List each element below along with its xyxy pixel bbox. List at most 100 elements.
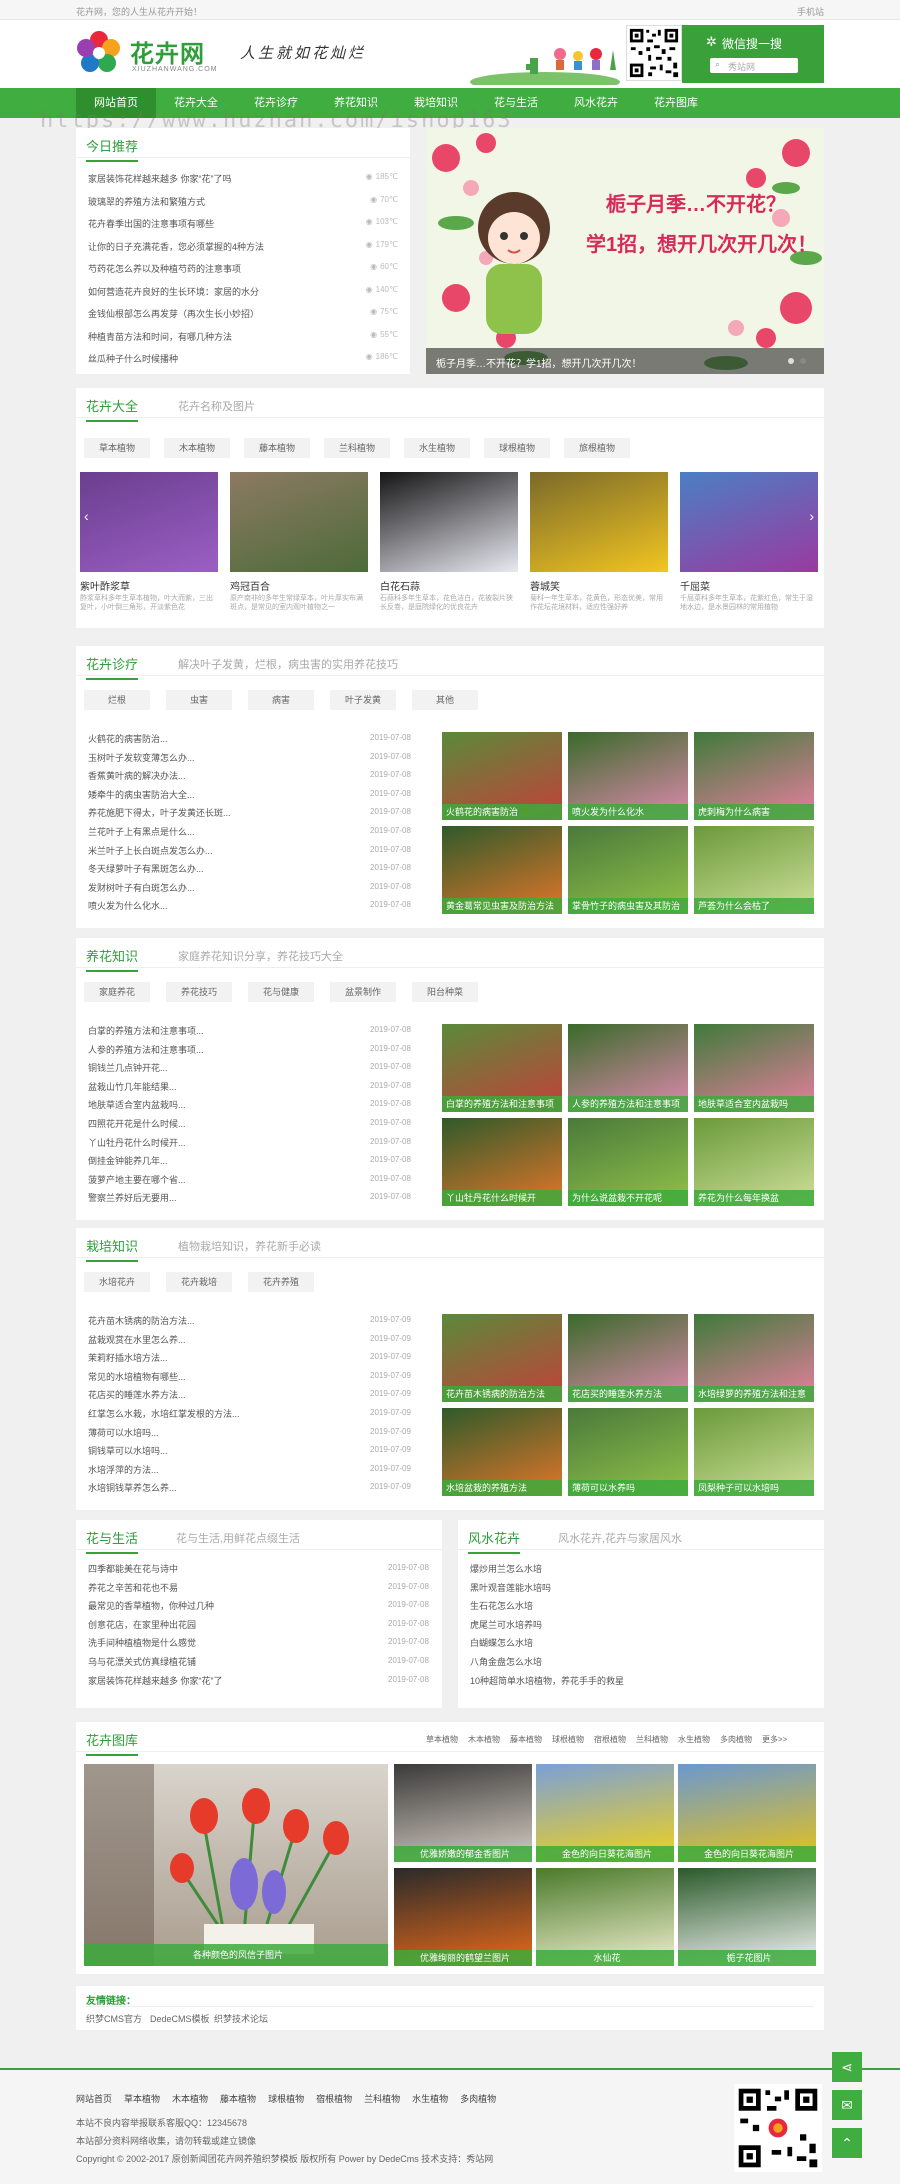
list-item[interactable]: 金钱仙根部怎么再发芽（再次生长小妙招） ◉ 75℃ <box>88 307 398 320</box>
encyclopedia-item[interactable]: 千屈菜 千屈菜科多年生草本，花紫红色，常生于湿地水边，是水景园林的常用植物 <box>680 472 818 622</box>
gallery-thumbnail[interactable]: 水仙花 <box>536 1868 674 1966</box>
gallery-thumbnail[interactable]: 优雅绚丽的鹤望兰图片 <box>394 1868 532 1966</box>
list-item-title[interactable]: 虎尾兰可水培养吗 <box>470 1618 542 1631</box>
thumbnail[interactable]: 喷火发为什么化水 <box>568 732 688 820</box>
list-item-title[interactable]: 洗手间种植植物是什么感觉 <box>88 1636 196 1649</box>
category-tag[interactable]: 盆景制作 <box>330 982 396 1002</box>
thumbnail[interactable]: 白掌的养殖方法和注意事项 <box>442 1024 562 1112</box>
list-item-title[interactable]: 如何营造花卉良好的生长环境：家居的水分 <box>88 287 259 297</box>
list-item[interactable]: 芍药花怎么养以及种植芍药的注意事项 ◉ 60℃ <box>88 262 398 275</box>
list-item-title[interactable]: 水培铜钱草养怎么养... <box>88 1481 177 1494</box>
gallery-thumbnail[interactable]: 优雅娇嫩的郁金香图片 <box>394 1764 532 1862</box>
gallery-category[interactable]: 木本植物 <box>468 1734 500 1745</box>
list-item-title[interactable]: 花卉苗木锈病的防治方法... <box>88 1314 195 1327</box>
list-item-title[interactable]: 火鹤花的病害防治... <box>88 732 168 745</box>
category-tag[interactable]: 木本植物 <box>164 438 230 458</box>
list-item-title[interactable]: 冬天绿萝叶子有黑斑怎么办... <box>88 862 204 875</box>
chat-icon[interactable]: ✉ <box>832 2090 862 2120</box>
list-item-title[interactable]: 丝瓜种子什么时候播种 <box>88 354 178 364</box>
list-item[interactable]: 种植青苗方法和时间，有哪几种方法 ◉ 55℃ <box>88 330 398 343</box>
thumbnail[interactable]: 花卉苗木锈病的防治方法 <box>442 1314 562 1402</box>
category-tag[interactable]: 虫害 <box>166 690 232 710</box>
list-item-title[interactable]: 喷火发为什么化水... <box>88 899 168 912</box>
list-item-title[interactable]: 兰花叶子上有黑点是什么... <box>88 825 195 838</box>
nav-item[interactable]: 花卉大全 <box>156 88 236 118</box>
list-item-title[interactable]: 芍药花怎么养以及种植芍药的注意事项 <box>88 264 241 274</box>
footer-link[interactable]: 宿根植物 <box>316 2094 352 2104</box>
thumbnail[interactable]: 火鹤花的病害防治 <box>442 732 562 820</box>
list-item-title[interactable]: 人参的养殖方法和注意事项... <box>88 1043 204 1056</box>
nav-item[interactable]: 栽培知识 <box>396 88 476 118</box>
gallery-category[interactable]: 水生植物 <box>678 1734 710 1745</box>
list-item-title[interactable]: 茉莉籽插水培方法... <box>88 1351 168 1364</box>
banner-caption[interactable]: 栀子月季…不开花？学1招，想开几次开几次！ <box>436 355 642 370</box>
site-logo[interactable]: 花卉网 XIUZHANWANG.COM <box>76 30 246 80</box>
thumbnail[interactable]: 凤梨种子可以水培吗 <box>694 1408 814 1496</box>
list-item-title[interactable]: 乌与花漂关式仿真绿植花铺 <box>88 1655 196 1668</box>
category-tag[interactable]: 兰科植物 <box>324 438 390 458</box>
slider-dot[interactable] <box>788 358 794 364</box>
category-tag[interactable]: 烂根 <box>84 690 150 710</box>
gallery-featured-image[interactable]: 各种颜色的风信子图片 <box>84 1764 388 1966</box>
encyclopedia-name[interactable]: 紫叶酢浆草 <box>80 578 130 593</box>
thumbnail[interactable]: 芦荟为什么会枯了 <box>694 826 814 914</box>
thumbnail[interactable]: 花店买的睡莲水养方法 <box>568 1314 688 1402</box>
nav-item[interactable]: 网站首页 <box>76 88 156 118</box>
next-arrow-icon[interactable]: › <box>809 508 814 524</box>
list-item-title[interactable]: 白掌的养殖方法和注意事项... <box>88 1024 204 1037</box>
gallery-category[interactable]: 宿根植物 <box>594 1734 626 1745</box>
list-item-title[interactable]: 水培浮萍的方法... <box>88 1463 159 1476</box>
thumbnail[interactable]: 掌骨竹子的病虫害及其防治 <box>568 826 688 914</box>
list-item-title[interactable]: 红掌怎么水栽，水培红掌发根的方法... <box>88 1407 240 1420</box>
list-item-title[interactable]: 香蕉黄叶病的解决办法... <box>88 769 186 782</box>
encyclopedia-name[interactable]: 鸡冠百合 <box>230 578 270 593</box>
thumbnail[interactable]: 黄金葛常见虫害及防治方法 <box>442 826 562 914</box>
list-item-title[interactable]: 盆栽山竹几年能结果... <box>88 1080 177 1093</box>
category-tag[interactable]: 阳台种菜 <box>412 982 478 1002</box>
footer-link[interactable]: 藤本植物 <box>220 2094 256 2104</box>
list-item-title[interactable]: 10种超简单水培植物，养花手手的救星 <box>470 1674 624 1687</box>
encyclopedia-item[interactable]: 鸡冠百合 原产南非的多年生常绿草本，叶片厚实布满斑点，是常见的室内观叶植物之一 <box>230 472 368 622</box>
category-tag[interactable]: 叶子发黄 <box>330 690 396 710</box>
slider-dot[interactable] <box>800 358 806 364</box>
nav-item[interactable]: 养花知识 <box>316 88 396 118</box>
encyclopedia-image[interactable] <box>680 472 818 572</box>
thumbnail[interactable]: 养花为什么每年换盆 <box>694 1118 814 1206</box>
list-item-title[interactable]: 铜钱草可以水培吗... <box>88 1444 168 1457</box>
thumbnail[interactable]: 虎刺梅为什么病害 <box>694 732 814 820</box>
gallery-category[interactable]: 多肉植物 <box>720 1734 752 1745</box>
gallery-category[interactable]: 兰科植物 <box>636 1734 668 1745</box>
list-item[interactable]: 如何营造花卉良好的生长环境：家居的水分 ◉ 140℃ <box>88 285 398 298</box>
encyclopedia-name[interactable]: 白花石蒜 <box>380 578 420 593</box>
encyclopedia-name[interactable]: 千屈菜 <box>680 578 710 593</box>
category-tag[interactable]: 水培花卉 <box>84 1272 150 1292</box>
thumbnail[interactable]: 地肤草适合室内盆栽吗 <box>694 1024 814 1112</box>
thumbnail[interactable]: 水培绿萝的养殖方法和注意 <box>694 1314 814 1402</box>
list-item-title[interactable]: 玉树叶子发软变薄怎么办... <box>88 751 195 764</box>
nav-item[interactable]: 花卉诊疗 <box>236 88 316 118</box>
footer-link[interactable]: 球根植物 <box>268 2094 304 2104</box>
list-item-title[interactable]: 生石花怎么水培 <box>470 1599 533 1612</box>
banner-slider[interactable]: 栀子月季…不开花？ 学1招，想开几次开几次！ 栀子月季…不开花？学1招，想开几次… <box>426 128 824 374</box>
list-item-title[interactable]: 铜钱兰几点钟开花... <box>88 1061 168 1074</box>
category-tag[interactable]: 花与健康 <box>248 982 314 1002</box>
list-item[interactable]: 丝瓜种子什么时候播种 ◉ 186℃ <box>88 352 398 365</box>
list-item-title[interactable]: 八角金盘怎么水培 <box>470 1655 542 1668</box>
friend-link[interactable]: 织梦CMS官方 <box>86 2012 142 2025</box>
category-tag[interactable]: 草本植物 <box>84 438 150 458</box>
list-item[interactable]: 让你的日子充满花香，您必须掌握的4种方法 ◉ 179℃ <box>88 240 398 253</box>
nav-item[interactable]: 风水花卉 <box>556 88 636 118</box>
mobile-site-link[interactable]: 手机站 <box>797 5 824 18</box>
list-item-title[interactable]: 花卉春季出国的注意事项有哪些 <box>88 219 214 229</box>
list-item-title[interactable]: 盆栽观赏在水里怎么养... <box>88 1333 186 1346</box>
list-item-title[interactable]: 家居装饰花样越来越多 你家“花”了 <box>88 1674 223 1687</box>
footer-link[interactable]: 多肉植物 <box>460 2094 496 2104</box>
category-tag[interactable]: 球根植物 <box>484 438 550 458</box>
list-item-title[interactable]: 创意花店，在家里种出花园 <box>88 1618 196 1631</box>
list-item-title[interactable]: 养花之辛苦和花也不易 <box>88 1581 178 1594</box>
list-item-title[interactable]: 种植青苗方法和时间，有哪几种方法 <box>88 332 232 342</box>
list-item-title[interactable]: 最常见的香草植物，你种过几种 <box>88 1599 214 1612</box>
footer-link[interactable]: 水生植物 <box>412 2094 448 2104</box>
footer-link[interactable]: 兰科植物 <box>364 2094 400 2104</box>
gallery-thumbnail[interactable]: 金色的向日葵花海图片 <box>536 1764 674 1862</box>
